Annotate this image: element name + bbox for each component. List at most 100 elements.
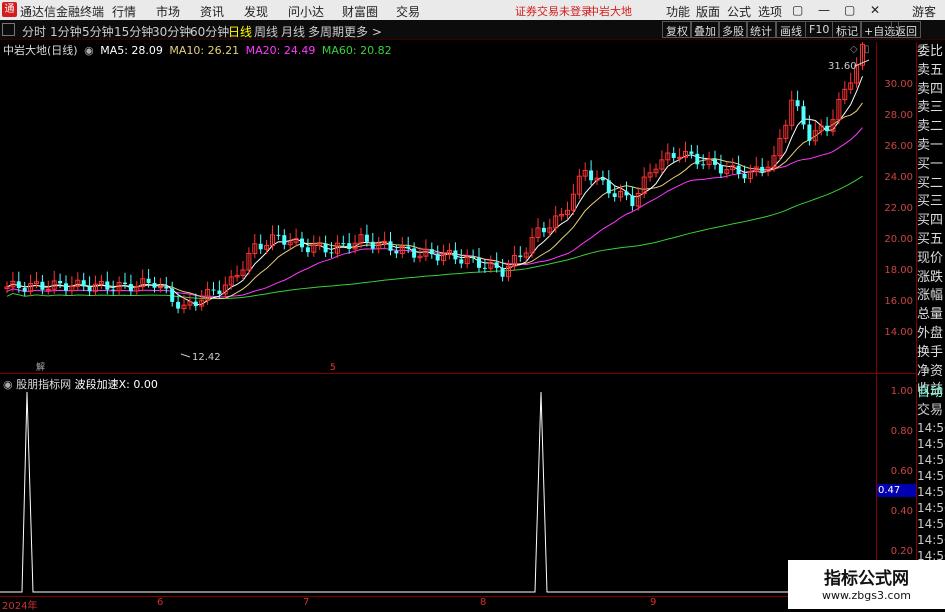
indicator-line bbox=[0, 391, 876, 593]
period-weekly[interactable]: 周线 bbox=[254, 23, 278, 40]
candle bbox=[825, 125, 830, 132]
side-buy5[interactable]: 买五 bbox=[917, 230, 945, 249]
candle bbox=[459, 259, 464, 264]
side-change-pct[interactable]: 涨幅 bbox=[917, 286, 945, 305]
event-marker-5[interactable]: 5 bbox=[330, 363, 336, 372]
side-buy4[interactable]: 买四 bbox=[917, 211, 945, 230]
menu-zixun[interactable]: 资讯 bbox=[200, 3, 224, 20]
side-weibi[interactable]: 委比 bbox=[917, 42, 945, 61]
date-label: 8 bbox=[480, 597, 487, 608]
trade-time: 14:56 bbox=[917, 517, 945, 531]
ma20-line bbox=[6, 127, 863, 298]
menu-faxian[interactable]: 发现 bbox=[244, 3, 268, 20]
side-volume[interactable]: 总量 bbox=[917, 305, 945, 324]
candle bbox=[801, 106, 806, 125]
side-auto[interactable]: 自动 bbox=[917, 384, 945, 402]
close-icon[interactable]: ✕ bbox=[870, 3, 880, 17]
menu-caifuquan[interactable]: 财富圈 bbox=[342, 3, 378, 20]
candle bbox=[282, 235, 287, 245]
side-sell5[interactable]: 卖五 bbox=[917, 61, 945, 80]
price-tick: 16.00 bbox=[884, 296, 913, 307]
side-sell3[interactable]: 卖三 bbox=[917, 98, 945, 117]
side-sell2[interactable]: 卖二 bbox=[917, 117, 945, 136]
menu-gongshi[interactable]: 公式 bbox=[727, 3, 751, 20]
period-fenshi[interactable]: 分时 bbox=[22, 23, 46, 40]
price-axis: 30.00 28.00 26.00 24.00 22.00 20.00 18.0… bbox=[876, 42, 916, 373]
candle bbox=[760, 166, 765, 172]
guest-label[interactable]: 游客 bbox=[912, 3, 936, 20]
login-warning[interactable]: 证券交易未登录 bbox=[515, 3, 592, 19]
period-60min[interactable]: 60分钟 bbox=[190, 23, 229, 40]
candle bbox=[412, 248, 417, 258]
price-tick: 30.00 bbox=[884, 79, 913, 90]
app-name: 通达信金融终端 bbox=[20, 5, 105, 19]
panel-divider[interactable] bbox=[0, 373, 916, 374]
menu-hangqing[interactable]: 行情 bbox=[112, 3, 136, 20]
side-sell1[interactable]: 卖一 bbox=[917, 136, 945, 155]
period-monthly[interactable]: 月线 bbox=[281, 23, 305, 40]
candle bbox=[87, 286, 92, 292]
maximize-icon[interactable]: ▢ bbox=[844, 3, 855, 17]
period-30min[interactable]: 30分钟 bbox=[152, 23, 191, 40]
side-buy3[interactable]: 买三 bbox=[917, 192, 945, 211]
ma5-line bbox=[6, 76, 863, 306]
period-15min[interactable]: 15分钟 bbox=[114, 23, 153, 40]
toggle-icon[interactable]: ▯ bbox=[864, 44, 870, 55]
period-daily[interactable]: 日线 bbox=[228, 23, 252, 40]
btn-huaxian[interactable]: 画线 bbox=[776, 21, 806, 38]
period-5min[interactable]: 5分钟 bbox=[82, 23, 114, 40]
trade-time: 14:56 bbox=[917, 485, 945, 499]
btn-tongji[interactable]: 统计 bbox=[746, 21, 776, 38]
menu-jiaoyi[interactable]: 交易 bbox=[396, 3, 420, 20]
btn-fuquan[interactable]: 复权 bbox=[662, 21, 692, 38]
menu-gongneng[interactable]: 功能 bbox=[666, 3, 690, 20]
candle bbox=[701, 164, 706, 166]
candle bbox=[170, 288, 175, 302]
menu-xuanxiang[interactable]: 选项 bbox=[758, 3, 782, 20]
candle bbox=[323, 243, 328, 253]
period-1min[interactable]: 1分钟 bbox=[50, 23, 82, 40]
price-tick: 26.00 bbox=[884, 141, 913, 152]
ind-tick: 0.40 bbox=[890, 506, 913, 517]
trade-time: 14:56 bbox=[917, 437, 945, 451]
period-multi[interactable]: 多周期 bbox=[308, 23, 344, 40]
watermark: 指标公式网 www.zbgs3.com bbox=[788, 560, 945, 609]
menu-banmian[interactable]: 版面 bbox=[696, 3, 720, 20]
btn-f10[interactable]: F10 bbox=[805, 21, 834, 38]
btn-diejia[interactable]: 叠加 bbox=[690, 21, 720, 38]
menu-shichang[interactable]: 市场 bbox=[156, 3, 180, 20]
btn-back[interactable]: 返回 bbox=[891, 21, 921, 38]
candle bbox=[128, 284, 133, 291]
side-buy2[interactable]: 买二 bbox=[917, 174, 945, 193]
event-marker[interactable]: 解 bbox=[36, 361, 45, 372]
indicator-chart[interactable] bbox=[0, 386, 876, 596]
side-outer[interactable]: 外盘 bbox=[917, 324, 945, 343]
side-trade[interactable]: 交易 bbox=[917, 402, 945, 420]
ma20-path bbox=[6, 127, 863, 298]
candle bbox=[624, 191, 629, 196]
window-restore-icon[interactable]: ▢ bbox=[792, 3, 803, 17]
candle bbox=[406, 246, 411, 249]
ind-tick: 0.80 bbox=[890, 426, 913, 437]
side-change[interactable]: 涨跌 bbox=[917, 268, 945, 287]
side-price[interactable]: 现价 bbox=[917, 249, 945, 268]
side-turnover[interactable]: 换手 bbox=[917, 343, 945, 362]
candle bbox=[689, 151, 694, 154]
menu-wenxiaoda[interactable]: 问小达 bbox=[288, 3, 324, 20]
candle bbox=[742, 173, 747, 179]
candles-group bbox=[4, 42, 865, 314]
side-sell4[interactable]: 卖四 bbox=[917, 80, 945, 99]
minimize-icon[interactable]: — bbox=[818, 3, 830, 17]
side-buy1[interactable]: 买一 bbox=[917, 155, 945, 174]
diamond-icon[interactable]: ◇ bbox=[850, 44, 858, 55]
date-label: 7 bbox=[303, 597, 310, 608]
period-more[interactable]: 更多 > bbox=[344, 23, 382, 40]
side-nav[interactable]: 净资 bbox=[917, 362, 945, 381]
candlestick-chart[interactable]: 31.60 12.42 解 5 ◇ ▯ bbox=[0, 42, 876, 372]
candle bbox=[630, 195, 635, 207]
trade-time: 14:56 bbox=[917, 469, 945, 483]
btn-biaoji[interactable]: 标记 bbox=[832, 21, 862, 38]
btn-duogu[interactable]: 多股 bbox=[718, 21, 748, 38]
panel-toggle-icon[interactable] bbox=[2, 23, 15, 36]
trade-time: 14:56 bbox=[917, 421, 945, 435]
